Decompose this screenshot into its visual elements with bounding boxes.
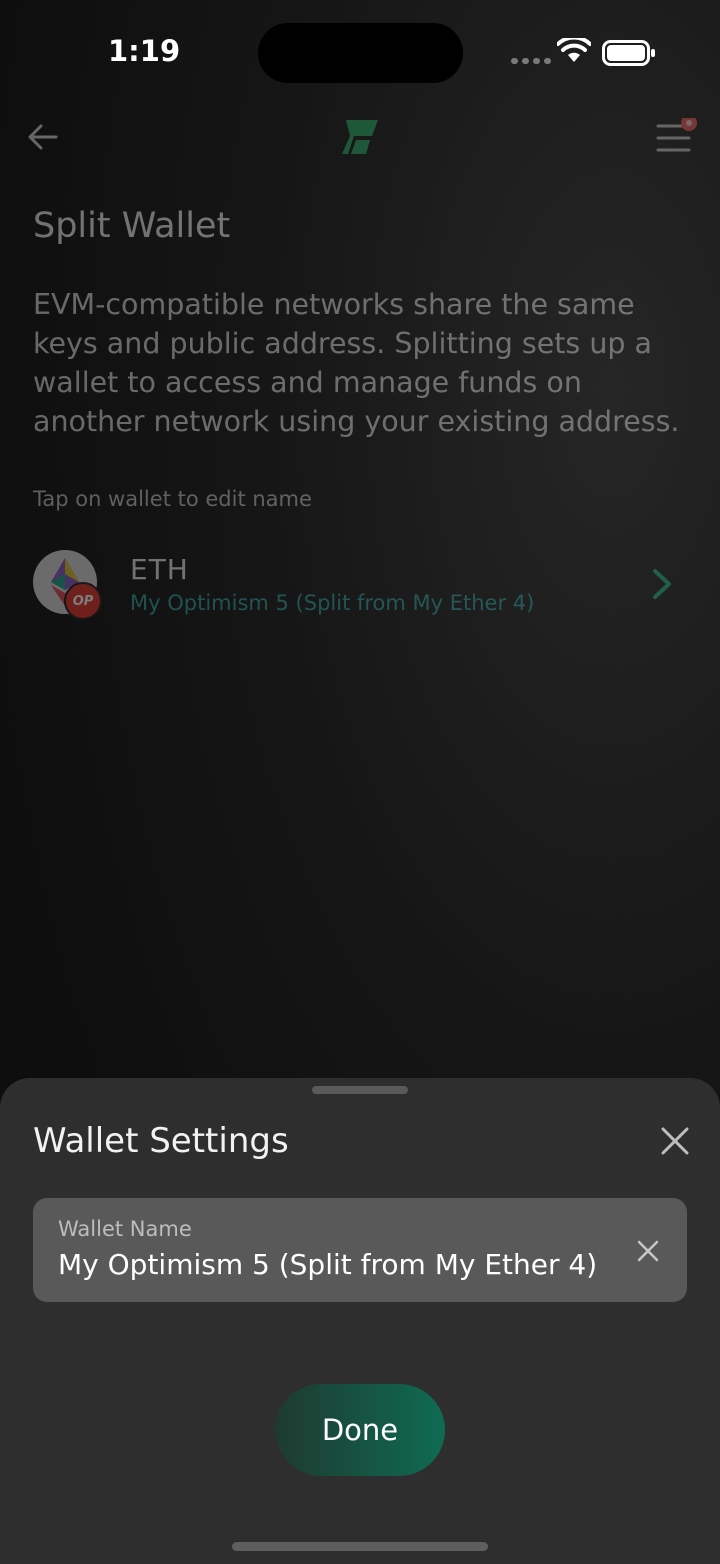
wallet-subtitle: My Optimism 5 (Split from My Ether 4)	[130, 591, 535, 615]
op-badge: OP	[64, 582, 102, 620]
page-description: EVM-compatible networks share the same k…	[33, 288, 680, 438]
wallet-settings-sheet: Wallet Settings Wallet Name Done	[0, 1078, 720, 1564]
close-icon[interactable]	[660, 1126, 690, 1156]
wallet-name-input[interactable]	[58, 1248, 618, 1281]
edit-hint: Tap on wallet to edit name	[33, 487, 312, 511]
hamburger-menu-icon[interactable]	[655, 118, 701, 158]
wallet-name-field[interactable]: Wallet Name	[33, 1198, 687, 1302]
chevron-right-icon	[653, 569, 671, 599]
screen: 1:19 Split Wallet EVM-compatible network	[0, 0, 720, 1564]
arrow-left-icon[interactable]	[26, 120, 60, 154]
done-button[interactable]: Done	[275, 1384, 445, 1476]
home-indicator	[232, 1542, 488, 1551]
wallet-row[interactable]: OP ETH My Optimism 5 (Split from My Ethe…	[0, 540, 720, 630]
page-title: Split Wallet	[33, 206, 231, 246]
wallet-name-label: Wallet Name	[58, 1217, 192, 1241]
wallet-symbol: ETH	[130, 553, 189, 586]
sheet-title: Wallet Settings	[33, 1121, 289, 1161]
clear-input-icon[interactable]	[637, 1240, 659, 1262]
app-logo-icon	[342, 120, 378, 154]
sheet-grabber[interactable]	[312, 1086, 408, 1094]
